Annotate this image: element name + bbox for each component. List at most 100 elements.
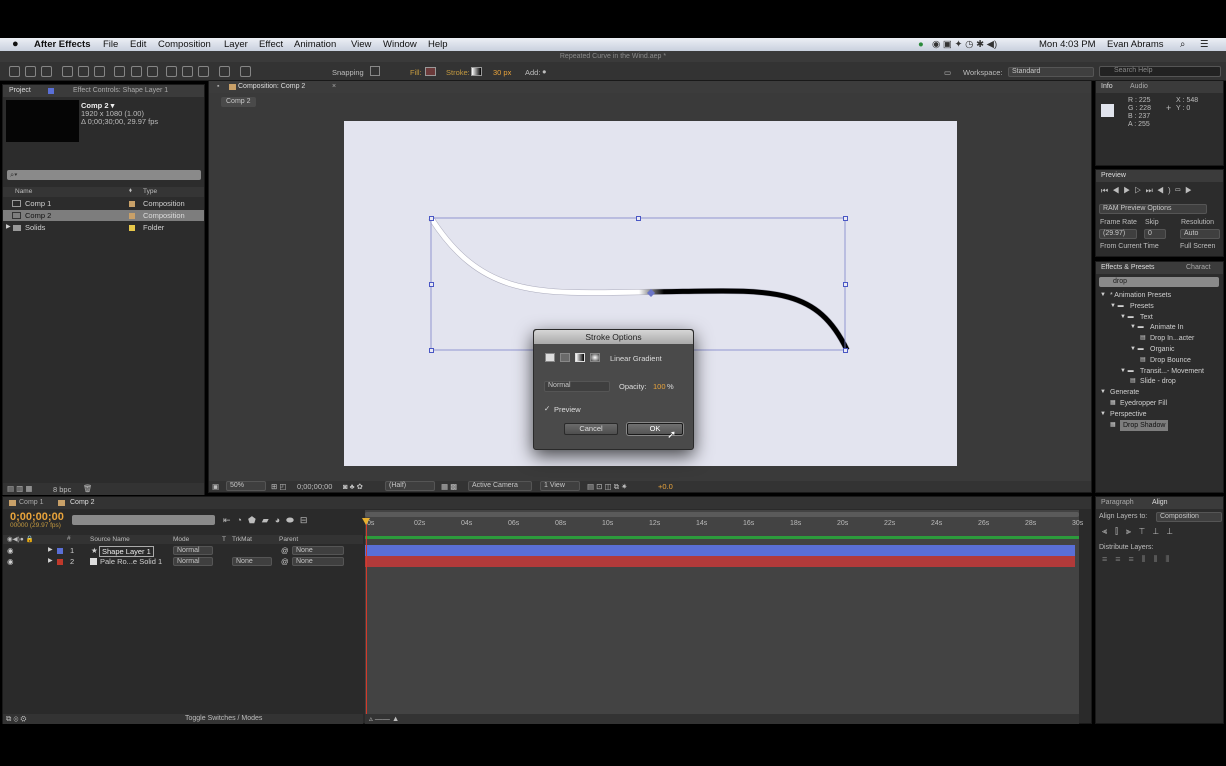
layer-row-2[interactable]: ◉ ▶ 2 Pale Ro...e Solid 1 Normal None @ … <box>3 556 363 567</box>
layer-parent-dropdown[interactable]: None <box>292 546 344 555</box>
type-tool-icon[interactable] <box>147 66 158 77</box>
bpc-button[interactable]: 8 bpc <box>53 485 71 494</box>
effects-tree-item[interactable]: ▦ Drop Shadow <box>1096 419 1223 431</box>
stroke-width-value[interactable]: 30 px <box>493 68 511 77</box>
snapping-checkbox[interactable] <box>370 66 380 76</box>
layer-label-color[interactable] <box>57 548 63 554</box>
snapping-label[interactable]: Snapping <box>332 68 364 77</box>
resolution-dropdown[interactable]: Auto <box>1180 229 1220 239</box>
tab-composition[interactable]: Composition: Comp 2 <box>238 83 305 90</box>
menu-composition[interactable]: Composition <box>158 39 211 50</box>
layer-mode-dropdown[interactable]: Normal <box>173 557 213 566</box>
apple-icon[interactable]: ● <box>12 38 19 50</box>
zoom-slider-bar[interactable]: ▵ —— ▲ <box>365 714 1079 724</box>
project-item-comp1[interactable]: Comp 1 Composition <box>3 198 204 209</box>
spotlight-icon[interactable]: ⌕ <box>1180 39 1185 50</box>
eye-icon[interactable]: ◉ <box>7 556 14 567</box>
project-item-comp2-selected[interactable]: Comp 2 Composition <box>3 210 204 221</box>
tab-effect-controls[interactable]: Effect Controls: Shape Layer 1 <box>73 87 168 94</box>
pen-tool-icon[interactable] <box>131 66 142 77</box>
search-help-input[interactable]: Search Help <box>1099 66 1221 77</box>
effects-tree-item[interactable]: ▼ ▬ Text <box>1096 312 1223 323</box>
column-source-name[interactable]: Source Name <box>90 536 130 543</box>
playhead-icon[interactable] <box>362 518 370 525</box>
column-type[interactable]: Type <box>143 188 157 195</box>
clone-stamp-tool-icon[interactable] <box>182 66 193 77</box>
ram-preview-options-dropdown[interactable]: RAM Preview Options <box>1099 204 1207 214</box>
transform-handle[interactable] <box>429 348 434 353</box>
add-label[interactable]: Add: <box>525 68 540 77</box>
current-time-indicator[interactable] <box>366 518 367 718</box>
pickwhip-icon[interactable]: @ <box>281 545 289 556</box>
radial-gradient-icon[interactable] <box>590 353 600 362</box>
snapshot-icon[interactable]: ◙ ♣ ✿ <box>343 482 363 491</box>
time-ruler[interactable]: 0s 02s 04s 06s 08s 10s 12s 14s 16s 18s 20s 22s 24s 26… <box>365 520 1083 534</box>
menu-help[interactable]: Help <box>428 39 448 50</box>
stroke-swatch[interactable] <box>471 67 482 76</box>
menu-view[interactable]: View <box>351 39 371 50</box>
safe-margins-icon[interactable]: ⊞ ◰ <box>271 482 286 491</box>
effects-tree-item[interactable]: ▼ ▬ Transit...- Movement <box>1096 366 1223 377</box>
tab-character[interactable]: Charact <box>1186 264 1211 271</box>
camera-tool-icon[interactable] <box>78 66 89 77</box>
menu-window[interactable]: Window <box>383 39 417 50</box>
transform-handle[interactable] <box>429 282 434 287</box>
region-of-interest-icon[interactable]: ▦ ▩ <box>441 482 457 491</box>
transform-handle[interactable] <box>636 216 641 221</box>
rectangle-tool-icon[interactable] <box>114 66 125 77</box>
column-trkmat[interactable]: TrkMat <box>232 536 252 543</box>
layer-bar-1[interactable] <box>365 545 1075 556</box>
tab-comp2[interactable]: Comp 2 <box>70 499 95 506</box>
project-item-solids[interactable]: ▶ Solids Folder <box>3 222 204 233</box>
interpret-footage-icon[interactable]: ▤ ▥ ▦ <box>7 484 32 493</box>
view-layout-dropdown[interactable]: 1 View <box>540 481 580 491</box>
layer-trkmat-dropdown[interactable]: None <box>232 557 272 566</box>
roto-brush-tool-icon[interactable] <box>219 66 230 77</box>
tab-info[interactable]: Info <box>1101 83 1113 90</box>
tab-paragraph[interactable]: Paragraph <box>1101 499 1134 506</box>
column-t[interactable]: T <box>222 536 226 543</box>
effects-tree-item[interactable]: ▼ ▬ Presets <box>1096 301 1223 312</box>
expand-triangle-icon[interactable]: ▶ <box>48 556 53 567</box>
layer-row-1[interactable]: ◉ ▶ 1 ★ Shape Layer 1 Normal @ None <box>3 545 363 557</box>
align-to-dropdown[interactable]: Composition <box>1156 512 1222 522</box>
layer-bar-2[interactable] <box>365 556 1075 567</box>
layer-label-color[interactable] <box>57 559 63 565</box>
eye-icon[interactable]: ◉ <box>7 545 14 556</box>
solid-stroke-icon[interactable] <box>560 353 570 362</box>
effects-tree-item[interactable]: ▤ Drop Bounce <box>1096 355 1223 366</box>
always-preview-icon[interactable]: ▣ <box>212 482 219 491</box>
layer-name[interactable]: Pale Ro...e Solid 1 <box>100 556 162 567</box>
menu-effect[interactable]: Effect <box>259 39 283 50</box>
zoom-dropdown[interactable]: 50% <box>226 481 266 491</box>
hand-tool-icon[interactable] <box>25 66 36 77</box>
add-shape-icon[interactable]: ● <box>542 67 547 76</box>
timeline-footer-icons[interactable]: ⧉ ⊚ ⚙ <box>6 714 26 724</box>
pan-behind-tool-icon[interactable] <box>94 66 105 77</box>
effects-tree-item[interactable]: ▦ Eyedropper Fill <box>1096 398 1223 409</box>
preview-checkbox[interactable]: ✓ <box>544 404 550 413</box>
expand-triangle-icon[interactable]: ▶ <box>48 545 53 556</box>
effects-tree-item[interactable]: ▼ ▬ Organic <box>1096 344 1223 355</box>
effects-tree-item[interactable]: ▼ * Animation Presets <box>1096 290 1223 301</box>
timeline-switches-icons[interactable]: ⇤◔⬟▰◕⬬⊟ <box>223 515 313 526</box>
time-graph[interactable]: 0s 02s 04s 06s 08s 10s 12s 14s 16s 18s 20s 22s 24s 26… <box>362 510 1083 722</box>
exposure-value[interactable]: +0.0 <box>658 482 673 491</box>
frame-rate-dropdown[interactable]: (29.97) <box>1099 229 1137 239</box>
blend-mode-dropdown[interactable]: Normal <box>544 381 610 392</box>
close-tab-icon[interactable]: × <box>332 83 336 90</box>
menu-edit[interactable]: Edit <box>130 39 146 50</box>
transform-handle[interactable] <box>429 216 434 221</box>
eraser-tool-icon[interactable] <box>198 66 209 77</box>
menu-layer[interactable]: Layer <box>224 39 248 50</box>
tab-effects-presets[interactable]: Effects & Presets <box>1101 264 1155 271</box>
expand-triangle-icon[interactable]: ▶ <box>6 222 11 233</box>
comp-breadcrumb[interactable]: Comp 2 <box>221 97 256 107</box>
from-current-time-checkbox[interactable]: From Current Time <box>1100 243 1159 250</box>
skip-dropdown[interactable]: 0 <box>1144 229 1166 239</box>
linear-gradient-icon[interactable] <box>575 353 585 362</box>
effects-tree-item[interactable]: ▼ Generate <box>1096 387 1223 398</box>
tab-comp1[interactable]: Comp 1 <box>19 499 44 506</box>
effects-tree-item[interactable]: ▤ Drop In...acter <box>1096 333 1223 344</box>
playback-controls[interactable]: ⏮◀▶▷⏭◀)▭▶ <box>1101 186 1196 196</box>
